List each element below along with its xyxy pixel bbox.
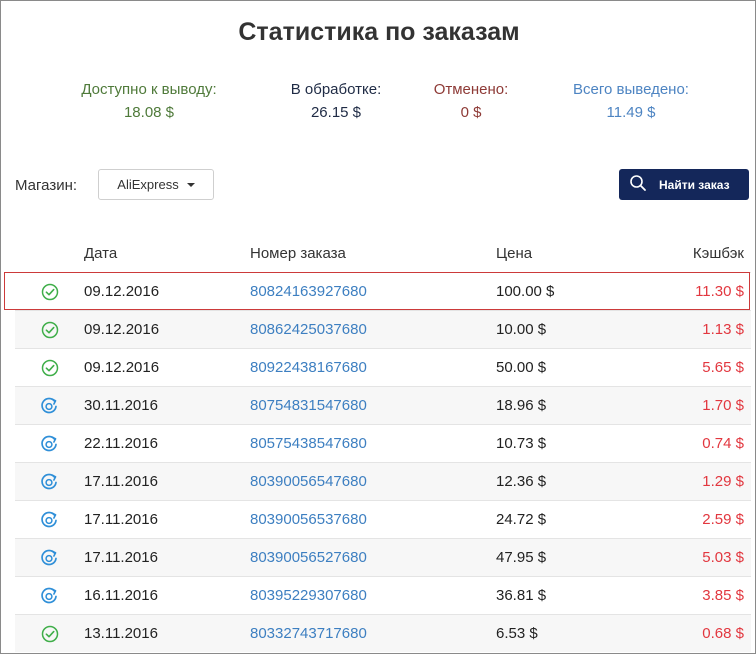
- processing-icon: [15, 549, 84, 567]
- row-date: 22.11.2016: [84, 424, 250, 463]
- table-row[interactable]: 09.12.2016 80824163927680 100.00 $11.30 $: [15, 272, 751, 311]
- stat-withdrawn-value: 11.49 $: [606, 104, 656, 121]
- row-cashback: 3.85 $: [646, 576, 751, 615]
- row-price: 24.72 $: [496, 500, 646, 539]
- stat-withdrawn: Всего выведено: 11.49 $: [556, 81, 706, 121]
- row-price: 36.81 $: [496, 576, 646, 615]
- row-price: 47.95 $: [496, 538, 646, 577]
- row-cashback: 11.30 $: [646, 272, 751, 311]
- store-select-value: AliExpress: [117, 177, 179, 192]
- check-circle-icon: [15, 321, 84, 339]
- check-circle-icon: [15, 625, 84, 643]
- row-cashback: 5.65 $: [646, 348, 751, 387]
- row-date: 30.11.2016: [84, 386, 250, 425]
- row-date: 09.12.2016: [84, 310, 250, 349]
- orders-table: Дата Номер заказа Цена Кэшбэк 09.12.2016…: [15, 234, 751, 652]
- table-row[interactable]: 30.11.2016 80754831547680 18.96 $1.70 $: [15, 386, 751, 425]
- page-title: Статистика по заказам: [238, 18, 520, 46]
- order-number-link[interactable]: 80824163927680: [250, 272, 496, 311]
- table-row[interactable]: 17.11.2016 80390056537680 24.72 $2.59 $: [15, 500, 751, 539]
- row-date: 16.11.2016: [84, 576, 250, 615]
- order-number-link[interactable]: 80332743717680: [250, 614, 496, 652]
- row-cashback: 1.70 $: [646, 386, 751, 425]
- search-icon: [629, 174, 647, 195]
- table-row[interactable]: 17.11.2016 80390056527680 47.95 $5.03 $: [15, 538, 751, 577]
- stat-processing-value: 26.15 $: [310, 104, 362, 121]
- table-row[interactable]: 17.11.2016 80390056547680 12.36 $1.29 $: [15, 462, 751, 501]
- order-number-link[interactable]: 80754831547680: [250, 386, 496, 425]
- stat-cancelled-value: 0 $: [460, 104, 482, 121]
- table-row[interactable]: 09.12.2016 80862425037680 10.00 $1.13 $: [15, 310, 751, 349]
- store-filter-label: Магазин:: [15, 177, 78, 194]
- row-price: 50.00 $: [496, 348, 646, 387]
- header-price: Цена: [496, 244, 533, 262]
- table-row[interactable]: 22.11.2016 80575438547680 10.73 $0.74 $: [15, 424, 751, 463]
- header-cashback: Кэшбэк: [692, 244, 744, 262]
- stat-available-label: Доступно к выводу:: [81, 81, 217, 98]
- stat-available-value: 18.08 $: [123, 104, 175, 121]
- stat-cancelled-label: Отменено:: [433, 81, 509, 98]
- row-price: 6.53 $: [496, 614, 646, 652]
- row-date: 17.11.2016: [84, 500, 250, 539]
- row-price: 100.00 $: [496, 272, 646, 311]
- table-header-row: Дата Номер заказа Цена Кэшбэк: [15, 234, 751, 273]
- processing-icon: [15, 435, 84, 453]
- order-number-link[interactable]: 80862425037680: [250, 310, 496, 349]
- orders-stats-panel: Статистика по заказам Доступно к выводу:…: [0, 0, 756, 654]
- table-row[interactable]: 13.11.2016 80332743717680 6.53 $0.68 $: [15, 614, 751, 652]
- row-date: 09.12.2016: [84, 272, 250, 311]
- row-cashback: 0.68 $: [646, 614, 751, 652]
- chevron-down-icon: [186, 182, 195, 187]
- order-number-link[interactable]: 80390056527680: [250, 538, 496, 577]
- row-price: 10.73 $: [496, 424, 646, 463]
- row-date: 13.11.2016: [84, 614, 250, 652]
- row-date: 17.11.2016: [84, 462, 250, 501]
- order-number-link[interactable]: 80390056537680: [250, 500, 496, 539]
- stat-withdrawn-label: Всего выведено:: [573, 81, 689, 98]
- order-number-link[interactable]: 80395229307680: [250, 576, 496, 615]
- processing-icon: [15, 511, 84, 529]
- row-cashback: 1.29 $: [646, 462, 751, 501]
- table-row[interactable]: 09.12.2016 80922438167680 50.00 $5.65 $: [15, 348, 751, 387]
- row-price: 18.96 $: [496, 386, 646, 425]
- order-number-link[interactable]: 80922438167680: [250, 348, 496, 387]
- row-price: 10.00 $: [496, 310, 646, 349]
- find-order-label: Найти заказ: [659, 177, 730, 192]
- header-date: Дата: [84, 244, 118, 262]
- stat-processing-label: В обработке:: [290, 81, 382, 98]
- stat-cancelled: Отменено: 0 $: [421, 81, 521, 121]
- row-date: 17.11.2016: [84, 538, 250, 577]
- row-cashback: 1.13 $: [646, 310, 751, 349]
- table-row[interactable]: 16.11.2016 80395229307680 36.81 $3.85 $: [15, 576, 751, 615]
- row-date: 09.12.2016: [84, 348, 250, 387]
- row-price: 12.36 $: [496, 462, 646, 501]
- row-cashback: 2.59 $: [646, 500, 751, 539]
- processing-icon: [15, 473, 84, 491]
- check-circle-icon: [15, 359, 84, 377]
- stat-available: Доступно к выводу: 18.08 $: [69, 81, 229, 121]
- find-order-button[interactable]: Найти заказ: [619, 169, 749, 200]
- stat-processing: В обработке: 26.15 $: [271, 81, 401, 121]
- processing-icon: [15, 397, 84, 415]
- header-status: [15, 234, 84, 273]
- order-number-link[interactable]: 80575438547680: [250, 424, 496, 463]
- processing-icon: [15, 587, 84, 605]
- row-cashback: 5.03 $: [646, 538, 751, 577]
- header-order-number: Номер заказа: [250, 244, 346, 262]
- store-select[interactable]: AliExpress: [98, 169, 214, 200]
- order-number-link[interactable]: 80390056547680: [250, 462, 496, 501]
- row-cashback: 0.74 $: [646, 424, 751, 463]
- check-circle-icon: [15, 283, 84, 301]
